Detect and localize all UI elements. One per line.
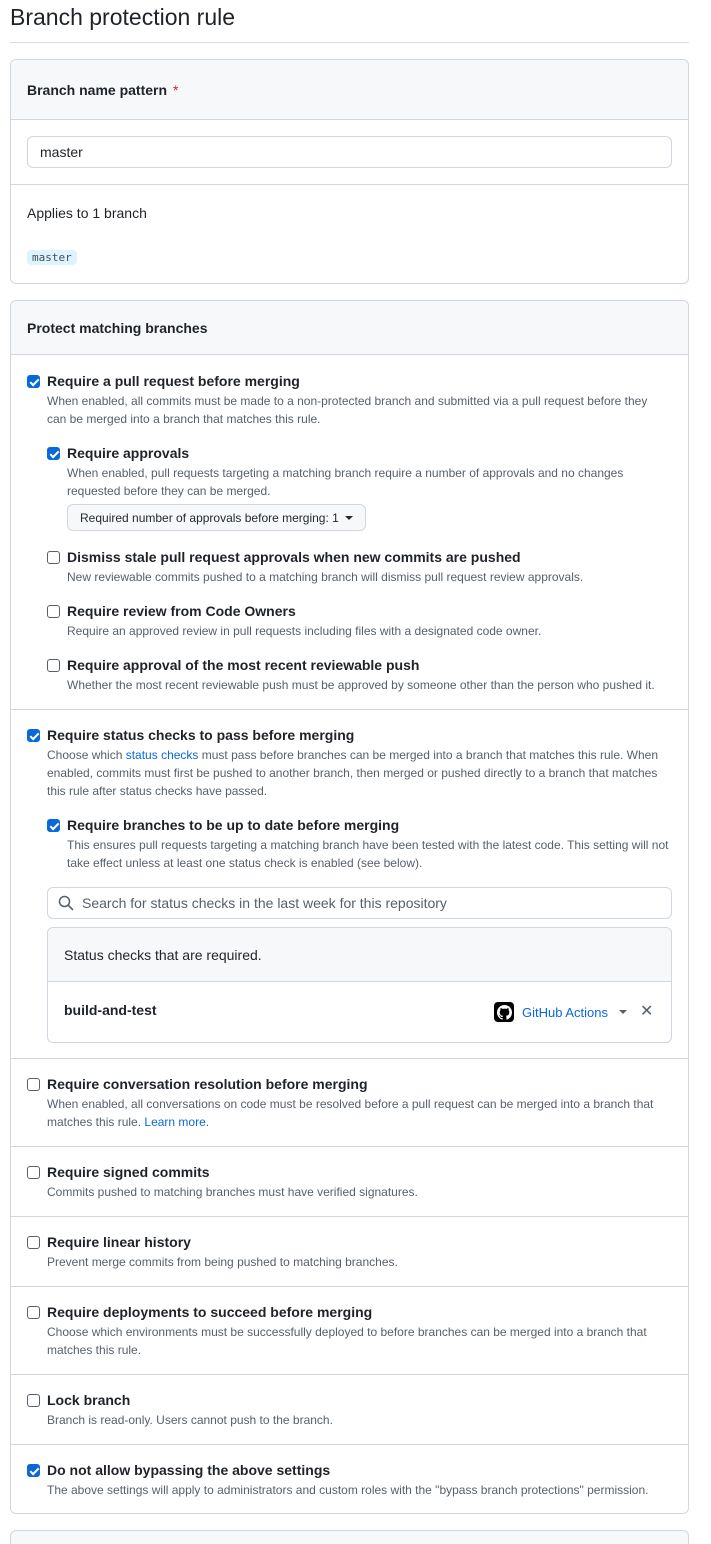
approvals-count-select[interactable]: Required number of approvals before merg… (67, 504, 366, 531)
dismiss-stale-checkbox[interactable] (47, 551, 60, 564)
approvals-label[interactable]: Require approvals (67, 445, 189, 461)
learn-more-link[interactable]: Learn more. (144, 1115, 209, 1129)
branch-pattern-box: Branch name pattern * master Applies to … (10, 59, 689, 284)
lock-checkbox[interactable] (27, 1394, 40, 1407)
approvals-checkbox[interactable] (47, 447, 60, 460)
dismiss-stale-label[interactable]: Dismiss stale pull request approvals whe… (67, 549, 521, 565)
matched-branch-chip: master (27, 250, 77, 265)
recent-push-desc: Whether the most recent reviewable push … (67, 678, 655, 692)
no-bypass-checkbox[interactable] (27, 1464, 40, 1477)
status-checks-label[interactable]: Require status checks to pass before mer… (47, 727, 354, 743)
no-bypass-section: Do not allow bypassing the above setting… (11, 1444, 688, 1513)
approvals-desc: When enabled, pull requests targeting a … (67, 466, 624, 498)
recent-push-label[interactable]: Require approval of the most recent revi… (67, 657, 419, 673)
required-checks-header: Status checks that are required. (48, 928, 671, 982)
no-bypass-label[interactable]: Do not allow bypassing the above setting… (47, 1462, 330, 1478)
status-search-input[interactable]: Search for status checks in the last wee… (47, 887, 672, 919)
signed-checkbox[interactable] (27, 1166, 40, 1179)
up-to-date-desc: This ensures pull requests targeting a m… (67, 838, 669, 870)
close-icon[interactable]: ✕ (640, 1002, 653, 1022)
linear-label[interactable]: Require linear history (47, 1234, 191, 1250)
pull-request-desc: When enabled, all commits must be made t… (47, 394, 648, 426)
chevron-down-icon (344, 515, 353, 520)
dismiss-stale-desc: New reviewable commits pushed to a match… (67, 570, 584, 584)
branch-pattern-input[interactable]: master (27, 136, 672, 168)
linear-section: Require linear history Prevent merge com… (11, 1216, 688, 1286)
search-icon (58, 895, 74, 911)
deployments-label[interactable]: Require deployments to succeed before me… (47, 1304, 372, 1320)
up-to-date-checkbox[interactable] (47, 819, 60, 832)
protect-box: Protect matching branches Require a pull… (10, 300, 689, 1514)
code-owners-checkbox[interactable] (47, 605, 60, 618)
recent-push-checkbox[interactable] (47, 659, 60, 672)
status-checks-link[interactable]: status checks (126, 748, 199, 762)
app-name-link[interactable]: GitHub Actions (522, 1005, 608, 1020)
deployments-section: Require deployments to succeed before me… (11, 1286, 688, 1374)
signed-label[interactable]: Require signed commits (47, 1164, 210, 1180)
conversation-label[interactable]: Require conversation resolution before m… (47, 1076, 368, 1092)
protect-header: Protect matching branches (11, 301, 688, 355)
code-owners-desc: Require an approved review in pull reque… (67, 624, 542, 638)
next-section-box (10, 1530, 689, 1544)
approvals-count-label: Required number of approvals before merg… (80, 510, 339, 525)
status-search-placeholder: Search for status checks in the last wee… (82, 895, 447, 911)
protect-header-label: Protect matching branches (27, 319, 208, 336)
conversation-desc: When enabled, all conversations on code … (47, 1095, 667, 1131)
pull-request-section: Require a pull request before merging Wh… (11, 355, 688, 709)
required-checks-box: Status checks that are required. build-a… (47, 927, 672, 1043)
title-divider (10, 42, 689, 43)
status-checks-section: Require status checks to pass before mer… (11, 709, 688, 1058)
list-item: build-and-test GitHub Actions ✕ (48, 982, 671, 1042)
signed-section: Require signed commits Commits pushed to… (11, 1146, 688, 1216)
github-logo-icon (494, 1002, 514, 1022)
lock-section: Lock branch Branch is read-only. Users c… (11, 1374, 688, 1444)
code-owners-label[interactable]: Require review from Code Owners (67, 603, 296, 619)
conversation-checkbox[interactable] (27, 1078, 40, 1091)
up-to-date-label[interactable]: Require branches to be up to date before… (67, 817, 399, 833)
conversation-desc-text: When enabled, all conversations on code … (47, 1097, 654, 1129)
status-checks-checkbox[interactable] (27, 729, 40, 742)
signed-desc: Commits pushed to matching branches must… (47, 1185, 418, 1199)
applies-section: Applies to 1 branch master (11, 184, 688, 283)
page-title: Branch protection rule (10, 4, 236, 30)
github-mark-icon (496, 1004, 512, 1020)
check-name: build-and-test (64, 1002, 157, 1018)
lock-desc: Branch is read-only. Users cannot push t… (47, 1413, 333, 1427)
status-checks-desc-pre: Choose which (47, 748, 126, 762)
lock-label[interactable]: Lock branch (47, 1392, 130, 1408)
pull-request-checkbox[interactable] (27, 375, 40, 388)
no-bypass-desc: The above settings will apply to adminis… (47, 1483, 649, 1497)
deployments-checkbox[interactable] (27, 1306, 40, 1319)
deployments-desc: Choose which environments must be succes… (47, 1325, 647, 1357)
applies-label: Applies to 1 branch (27, 205, 147, 221)
required-mark: * (173, 81, 179, 98)
pull-request-label[interactable]: Require a pull request before merging (47, 373, 300, 389)
conversation-section: Require conversation resolution before m… (11, 1058, 688, 1146)
linear-checkbox[interactable] (27, 1236, 40, 1249)
branch-pattern-header: Branch name pattern * (11, 60, 688, 120)
app-dropdown-caret-icon[interactable] (619, 1010, 627, 1014)
linear-desc: Prevent merge commits from being pushed … (47, 1255, 398, 1269)
status-checks-desc: Choose which status checks must pass bef… (47, 746, 667, 800)
branch-pattern-label: Branch name pattern (27, 81, 168, 98)
